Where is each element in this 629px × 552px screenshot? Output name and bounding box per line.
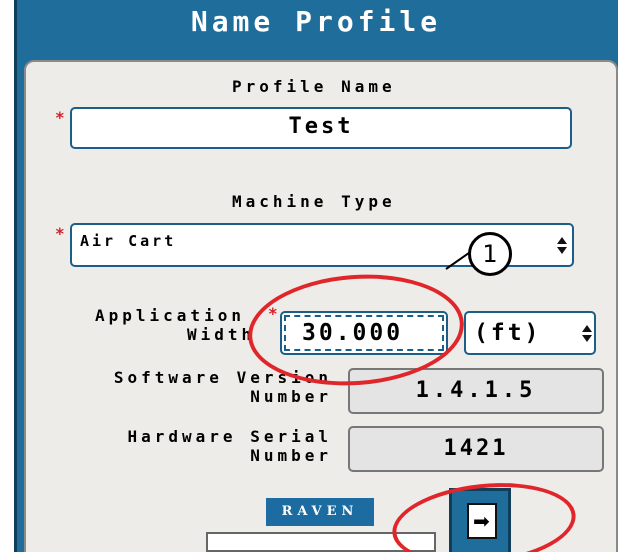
hardware-serial-readout: 1421: [348, 426, 604, 472]
frame-edge: [14, 0, 17, 552]
hardware-serial-label-line2: Number: [250, 446, 332, 465]
profile-name-label: Profile Name: [232, 77, 396, 96]
machine-type-label: Machine Type: [232, 192, 396, 211]
dialog-title: Name Profile: [190, 5, 442, 38]
profile-name-input[interactable]: Test: [70, 107, 572, 149]
machine-type-required-mark: *: [55, 224, 65, 243]
software-version-label-line2: Number: [250, 387, 332, 406]
application-width-label-line2: Width: [187, 325, 256, 344]
callout-number: 1: [468, 232, 512, 276]
raven-logo: RAVEN: [266, 498, 374, 526]
spin-up-icon: [582, 324, 592, 332]
application-width-label-line1: Application: [95, 306, 245, 325]
profile-name-required-mark: *: [55, 108, 65, 127]
hardware-serial-label-line1: Hardware Serial: [127, 427, 332, 446]
hardware-serial-value: 1421: [443, 436, 509, 461]
spin-down-icon: [557, 246, 567, 254]
profile-name-value: Test: [288, 114, 354, 139]
machine-type-spinner[interactable]: [555, 225, 569, 265]
software-version-value: 1.4.1.5: [415, 378, 537, 403]
spin-down-icon: [582, 334, 592, 342]
width-unit-select[interactable]: (ft): [464, 311, 596, 355]
width-unit-value: (ft): [474, 320, 542, 346]
machine-type-value: Air Cart: [80, 232, 177, 250]
width-unit-spinner[interactable]: [580, 313, 594, 353]
spin-up-icon: [557, 236, 567, 244]
